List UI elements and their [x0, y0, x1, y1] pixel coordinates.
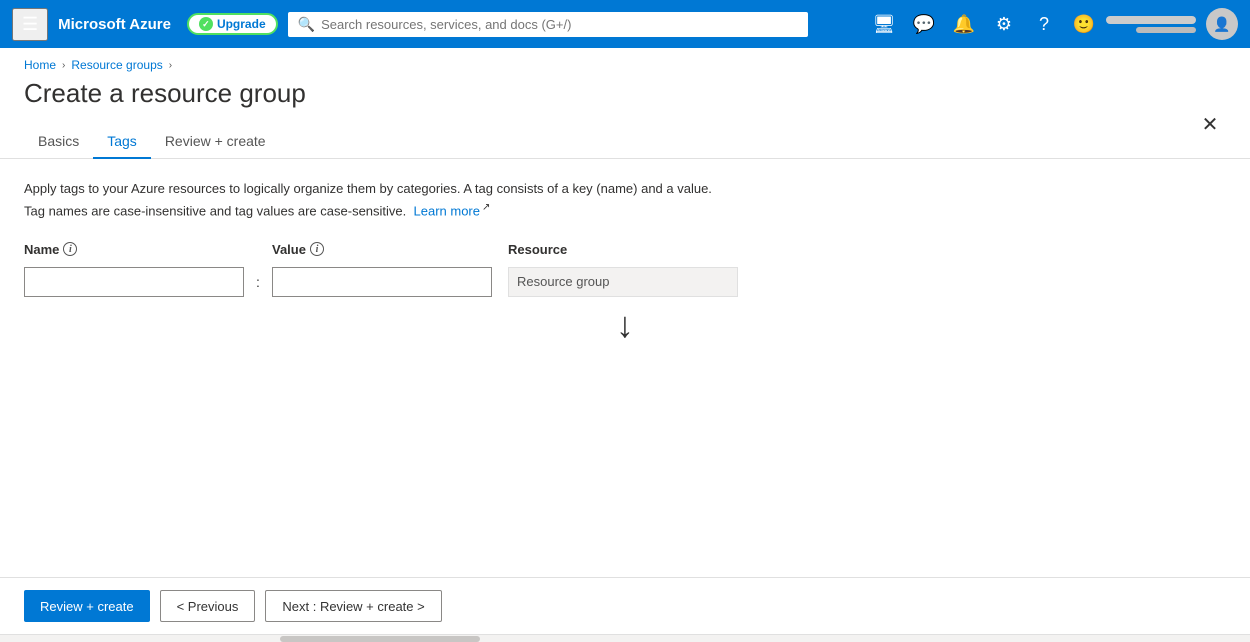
search-input[interactable]: [321, 17, 798, 32]
search-icon: 🔍: [298, 16, 315, 33]
breadcrumb-home[interactable]: Home: [24, 58, 56, 72]
avatar-icon: 👤: [1213, 16, 1230, 33]
tags-resource-value: Resource group: [508, 267, 738, 297]
description-text: Apply tags to your Azure resources to lo…: [24, 179, 724, 222]
help-icon[interactable]: ?: [1026, 6, 1062, 42]
tab-basics[interactable]: Basics: [24, 125, 93, 159]
hamburger-menu-button[interactable]: ☰: [12, 8, 48, 41]
main-content: Home › Resource groups › Create a resour…: [0, 48, 1250, 642]
next-button[interactable]: Next : Review + create >: [265, 590, 441, 622]
user-name-block: [1106, 16, 1196, 33]
wizard-tabs: Basics Tags Review + create: [0, 125, 1250, 159]
top-navigation: ☰ Microsoft Azure ✓ Upgrade 🔍 🖥 💬 🔔 ⚙ ? …: [0, 0, 1250, 48]
tags-form-header: Name i Value i Resource: [24, 242, 1226, 261]
wizard-footer: Review + create < Previous Next : Review…: [0, 577, 1250, 634]
scrollbar-thumb[interactable]: [280, 636, 480, 642]
breadcrumb-resource-groups[interactable]: Resource groups: [71, 58, 162, 72]
username-bar: [1106, 16, 1196, 24]
user-profile-area[interactable]: 👤: [1106, 8, 1238, 40]
review-create-button[interactable]: Review + create: [24, 590, 150, 622]
settings-icon[interactable]: ⚙: [986, 6, 1022, 42]
notifications-icon[interactable]: 🔔: [946, 6, 982, 42]
name-info-icon[interactable]: i: [63, 242, 77, 256]
search-bar[interactable]: 🔍: [288, 12, 808, 37]
cloud-shell-icon[interactable]: 🖥: [866, 6, 902, 42]
tags-value-label: Value: [272, 242, 306, 257]
horizontal-scrollbar[interactable]: [0, 634, 1250, 642]
breadcrumb: Home › Resource groups ›: [0, 48, 1250, 78]
breadcrumb-sep-2: ›: [169, 60, 172, 71]
tags-name-header: Name i: [24, 242, 244, 257]
tags-colon-separator: :: [244, 274, 272, 290]
tags-name-label: Name: [24, 242, 59, 257]
description-line2: Tag names are case-insensitive and tag v…: [24, 203, 406, 218]
previous-button[interactable]: < Previous: [160, 590, 256, 622]
brand-logo: Microsoft Azure: [58, 16, 171, 33]
tag-value-input[interactable]: [272, 267, 492, 297]
external-link-icon: ↗: [482, 202, 490, 213]
tags-resource-label: Resource: [508, 242, 567, 257]
arrow-indicator: ↓: [24, 297, 1226, 353]
tags-value-header: Value i: [272, 242, 492, 257]
tag-name-input[interactable]: [24, 267, 244, 297]
user-avatar[interactable]: 👤: [1206, 8, 1238, 40]
upgrade-circle-icon: ✓: [199, 17, 213, 31]
upgrade-label: Upgrade: [217, 17, 266, 31]
value-info-icon[interactable]: i: [310, 242, 324, 256]
description-line1: Apply tags to your Azure resources to lo…: [24, 181, 712, 196]
upgrade-button[interactable]: ✓ Upgrade: [187, 13, 278, 35]
learn-more-link[interactable]: Learn more: [414, 203, 480, 218]
tab-review-create[interactable]: Review + create: [151, 125, 280, 159]
tags-row: : Resource group: [24, 267, 1226, 297]
directory-feedback-icon[interactable]: 💬: [906, 6, 942, 42]
tags-form: Name i Value i Resource : Resource group: [24, 242, 1226, 297]
close-button[interactable]: ✕: [1194, 108, 1226, 140]
tab-content: Apply tags to your Azure resources to lo…: [0, 159, 1250, 577]
breadcrumb-sep-1: ›: [62, 60, 65, 71]
topnav-icon-group: 🖥 💬 🔔 ⚙ ? 🙂 👤: [866, 6, 1238, 42]
page-title: Create a resource group: [0, 78, 1250, 125]
smiley-icon[interactable]: 🙂: [1066, 6, 1102, 42]
tab-tags[interactable]: Tags: [93, 125, 151, 159]
tags-resource-header: Resource: [508, 242, 738, 257]
username-sub-bar: [1136, 27, 1196, 33]
down-arrow-icon: ↓: [616, 307, 634, 343]
